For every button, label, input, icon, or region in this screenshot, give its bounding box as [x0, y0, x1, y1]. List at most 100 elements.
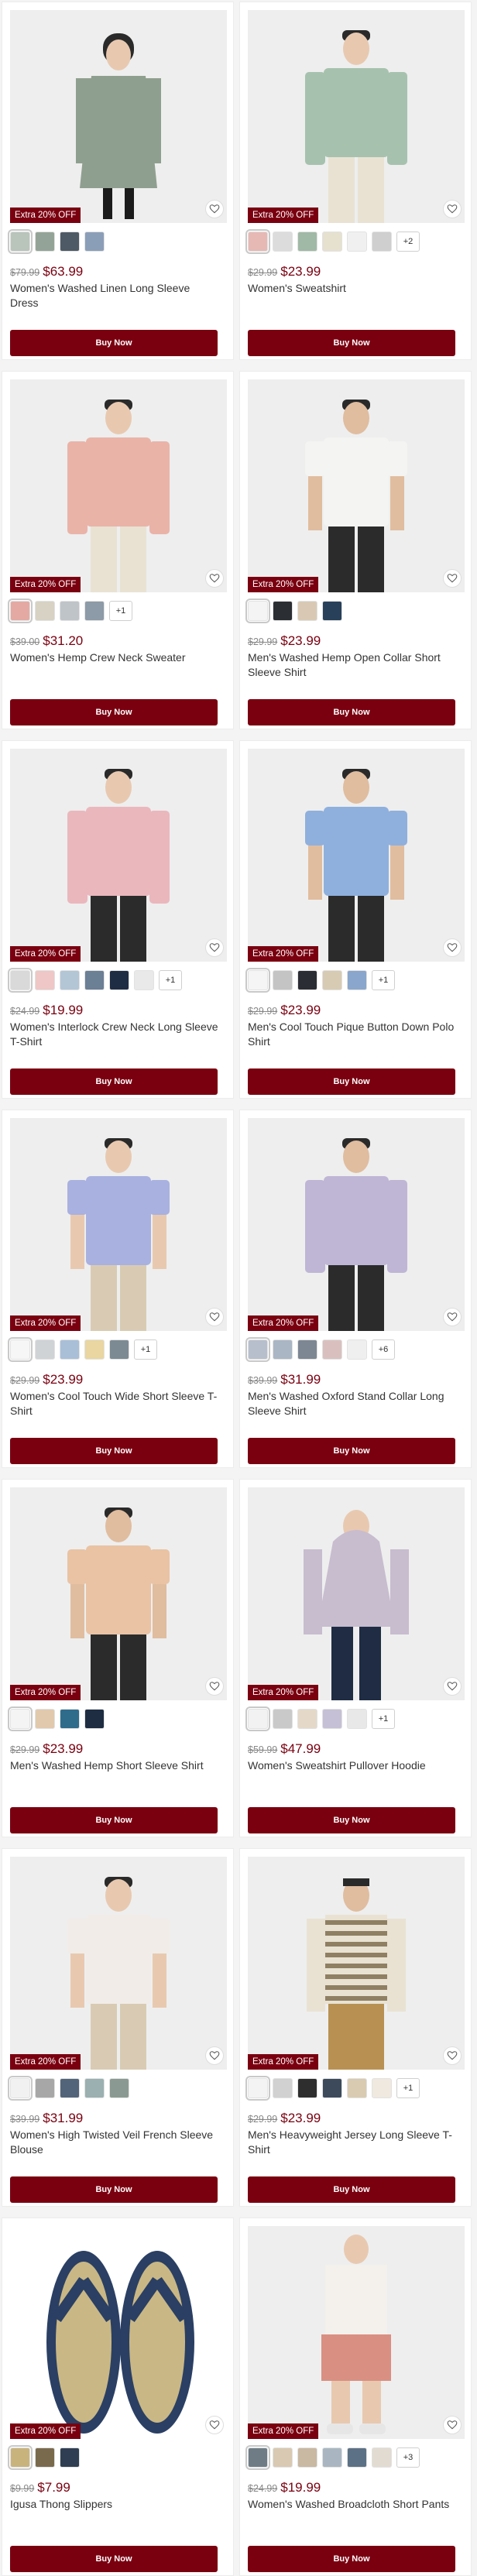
- color-swatch[interactable]: [8, 2076, 33, 2101]
- color-swatch[interactable]: [322, 970, 342, 990]
- buy-now-button[interactable]: Buy Now: [10, 2176, 218, 2203]
- wishlist-heart-icon[interactable]: [443, 2046, 462, 2065]
- color-swatch[interactable]: [322, 232, 342, 252]
- more-colors-button[interactable]: +2: [396, 232, 420, 252]
- product-image[interactable]: [248, 749, 465, 962]
- product-name-link[interactable]: Women's Washed Linen Long Sleeve Dress: [10, 281, 219, 310]
- wishlist-heart-icon[interactable]: [205, 1308, 224, 1326]
- color-swatch[interactable]: [35, 970, 55, 990]
- buy-now-button[interactable]: Buy Now: [248, 1068, 455, 1095]
- product-image[interactable]: [10, 1487, 227, 1700]
- product-card[interactable]: Extra 20% OFF +6 $39.99 $31.99 Men's Washed …: [239, 1110, 472, 1468]
- color-swatch[interactable]: [297, 1339, 317, 1360]
- buy-now-button[interactable]: Buy Now: [10, 2546, 218, 2572]
- color-swatch[interactable]: [60, 232, 80, 252]
- color-swatch[interactable]: [35, 1339, 55, 1360]
- product-card[interactable]: Extra 20% OFF +1 $39.00 $31.20 Women's Hemp …: [2, 371, 234, 729]
- color-swatch[interactable]: [35, 1709, 55, 1729]
- color-swatch[interactable]: [84, 1709, 105, 1729]
- color-swatch[interactable]: [322, 2078, 342, 2098]
- color-swatch[interactable]: [297, 970, 317, 990]
- wishlist-heart-icon[interactable]: [443, 1308, 462, 1326]
- color-swatch[interactable]: [134, 970, 154, 990]
- color-swatch[interactable]: [297, 601, 317, 621]
- color-swatch[interactable]: [245, 1337, 270, 1362]
- color-swatch[interactable]: [297, 2078, 317, 2098]
- color-swatch[interactable]: [109, 2078, 129, 2098]
- color-swatch[interactable]: [84, 2078, 105, 2098]
- color-swatch[interactable]: [245, 1706, 270, 1731]
- product-card[interactable]: Extra 20% OFF +1 $29.99 $23.99 Women's Cool …: [2, 1110, 234, 1468]
- more-colors-button[interactable]: +1: [134, 1339, 157, 1360]
- color-swatch[interactable]: [8, 2445, 33, 2470]
- color-swatch[interactable]: [60, 2078, 80, 2098]
- product-name-link[interactable]: Men's Washed Oxford Stand Collar Long Sl…: [248, 1389, 457, 1418]
- product-name-link[interactable]: Women's Sweatshirt Pullover Hoodie: [248, 1758, 457, 1773]
- product-card[interactable]: Extra 20% OFF +1 $29.99 $23.99 Men's Cool To…: [239, 740, 472, 1099]
- color-swatch[interactable]: [8, 599, 33, 623]
- buy-now-button[interactable]: Buy Now: [248, 330, 455, 356]
- color-swatch[interactable]: [347, 2078, 367, 2098]
- color-swatch[interactable]: [84, 1339, 105, 1360]
- product-image[interactable]: [10, 10, 227, 223]
- color-swatch[interactable]: [35, 2447, 55, 2468]
- product-card[interactable]: Extra 20% OFF +1 $59.99 $47.99 Women's Sweat…: [239, 1479, 472, 1837]
- product-card[interactable]: Extra 20% OFF $79.99 $63.99 Women's Washed …: [2, 2, 234, 360]
- color-swatch[interactable]: [245, 2076, 270, 2101]
- wishlist-heart-icon[interactable]: [443, 2416, 462, 2434]
- more-colors-button[interactable]: +1: [372, 970, 395, 990]
- buy-now-button[interactable]: Buy Now: [248, 2176, 455, 2203]
- color-swatch[interactable]: [273, 232, 293, 252]
- product-name-link[interactable]: Men's Heavyweight Jersey Long Sleeve T-S…: [248, 2128, 457, 2157]
- more-colors-button[interactable]: +6: [372, 1339, 395, 1360]
- color-swatch[interactable]: [297, 232, 317, 252]
- color-swatch[interactable]: [273, 1709, 293, 1729]
- color-swatch[interactable]: [84, 601, 105, 621]
- color-swatch[interactable]: [109, 1339, 129, 1360]
- wishlist-heart-icon[interactable]: [205, 1677, 224, 1696]
- color-swatch[interactable]: [8, 229, 33, 254]
- product-name-link[interactable]: Men's Washed Hemp Open Collar Short Slee…: [248, 650, 457, 680]
- buy-now-button[interactable]: Buy Now: [248, 1438, 455, 1464]
- buy-now-button[interactable]: Buy Now: [10, 1438, 218, 1464]
- product-card[interactable]: Extra 20% OFF +1 $24.99 $19.99 Women's Inter…: [2, 740, 234, 1099]
- wishlist-heart-icon[interactable]: [443, 1677, 462, 1696]
- color-swatch[interactable]: [60, 1709, 80, 1729]
- color-swatch[interactable]: [245, 599, 270, 623]
- product-image[interactable]: [248, 2226, 465, 2439]
- color-swatch[interactable]: [35, 2078, 55, 2098]
- wishlist-heart-icon[interactable]: [205, 2416, 224, 2434]
- product-name-link[interactable]: Women's Sweatshirt: [248, 281, 457, 296]
- color-swatch[interactable]: [35, 601, 55, 621]
- color-swatch[interactable]: [35, 232, 55, 252]
- product-image[interactable]: [248, 1118, 465, 1331]
- color-swatch[interactable]: [347, 2447, 367, 2468]
- more-colors-button[interactable]: +1: [109, 601, 132, 621]
- color-swatch[interactable]: [60, 601, 80, 621]
- color-swatch[interactable]: [60, 1339, 80, 1360]
- product-name-link[interactable]: Men's Washed Hemp Short Sleeve Shirt: [10, 1758, 219, 1773]
- more-colors-button[interactable]: +1: [396, 2078, 420, 2098]
- product-image[interactable]: [248, 379, 465, 592]
- buy-now-button[interactable]: Buy Now: [10, 699, 218, 725]
- product-name-link[interactable]: Women's Interlock Crew Neck Long Sleeve …: [10, 1020, 219, 1049]
- color-swatch[interactable]: [322, 1709, 342, 1729]
- color-swatch[interactable]: [372, 232, 392, 252]
- color-swatch[interactable]: [8, 1706, 33, 1731]
- color-swatch[interactable]: [8, 968, 33, 993]
- more-colors-button[interactable]: +3: [396, 2447, 420, 2468]
- color-swatch[interactable]: [347, 232, 367, 252]
- product-card[interactable]: Extra 20% OFF $29.99 $23.99 Men's Washed He…: [239, 371, 472, 729]
- buy-now-button[interactable]: Buy Now: [248, 2546, 455, 2572]
- wishlist-heart-icon[interactable]: [205, 938, 224, 957]
- product-image[interactable]: [248, 1857, 465, 2070]
- color-swatch[interactable]: [372, 2447, 392, 2468]
- product-name-link[interactable]: Men's Cool Touch Pique Button Down Polo …: [248, 1020, 457, 1049]
- color-swatch[interactable]: [273, 970, 293, 990]
- color-swatch[interactable]: [245, 2445, 270, 2470]
- wishlist-heart-icon[interactable]: [443, 200, 462, 218]
- product-name-link[interactable]: Women's Washed Broadcloth Short Pants: [248, 2497, 457, 2512]
- product-name-link[interactable]: Women's High Twisted Veil French Sleeve …: [10, 2128, 219, 2157]
- color-swatch[interactable]: [84, 232, 105, 252]
- color-swatch[interactable]: [273, 1339, 293, 1360]
